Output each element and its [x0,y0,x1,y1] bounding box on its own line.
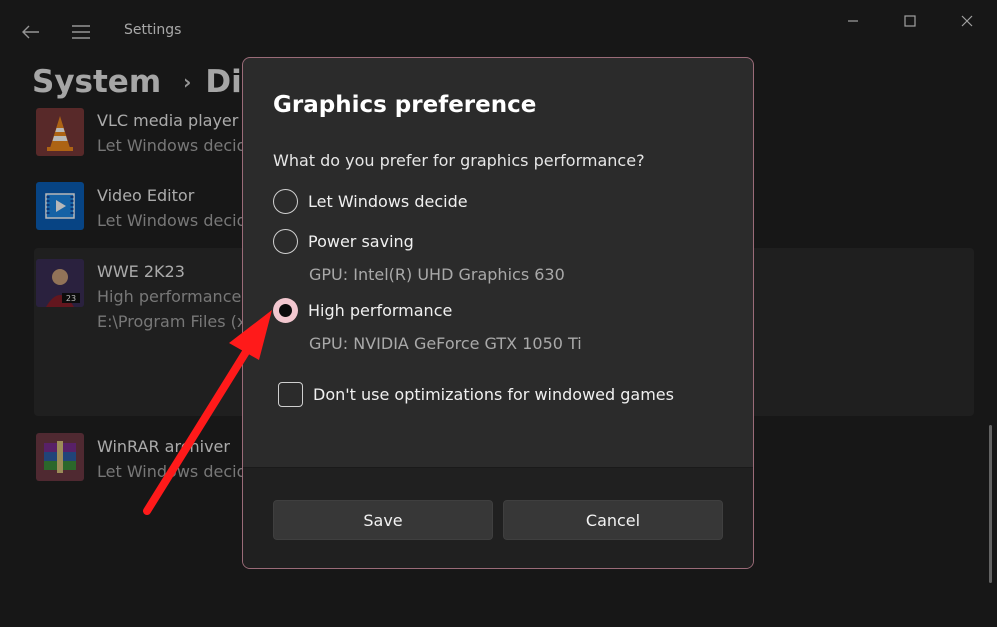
option-label: Let Windows decide [308,192,468,211]
gpu-info: GPU: NVIDIA GeForce GTX 1050 Ti [309,334,582,353]
option-power-saving[interactable]: Power saving [273,229,414,254]
radio-button-checked[interactable] [273,298,298,323]
dialog-question: What do you prefer for graphics performa… [273,151,645,170]
option-label: High performance [308,301,453,320]
checkbox[interactable] [278,382,303,407]
windowed-games-option[interactable]: Don't use optimizations for windowed gam… [278,382,674,407]
gpu-info: GPU: Intel(R) UHD Graphics 630 [309,265,565,284]
option-label: Power saving [308,232,414,251]
save-button[interactable]: Save [273,500,493,540]
dialog-footer: Save Cancel [243,467,753,568]
cancel-button[interactable]: Cancel [503,500,723,540]
dialog-title: Graphics preference [273,92,537,118]
radio-button[interactable] [273,229,298,254]
graphics-preference-dialog: Graphics preference What do you prefer f… [242,57,754,569]
radio-dot [279,304,292,317]
checkbox-label: Don't use optimizations for windowed gam… [313,385,674,404]
option-let-windows-decide[interactable]: Let Windows decide [273,189,468,214]
option-high-performance[interactable]: High performance [273,298,452,323]
radio-button[interactable] [273,189,298,214]
settings-window: Settings System › Dis VLC media player L… [0,0,997,627]
